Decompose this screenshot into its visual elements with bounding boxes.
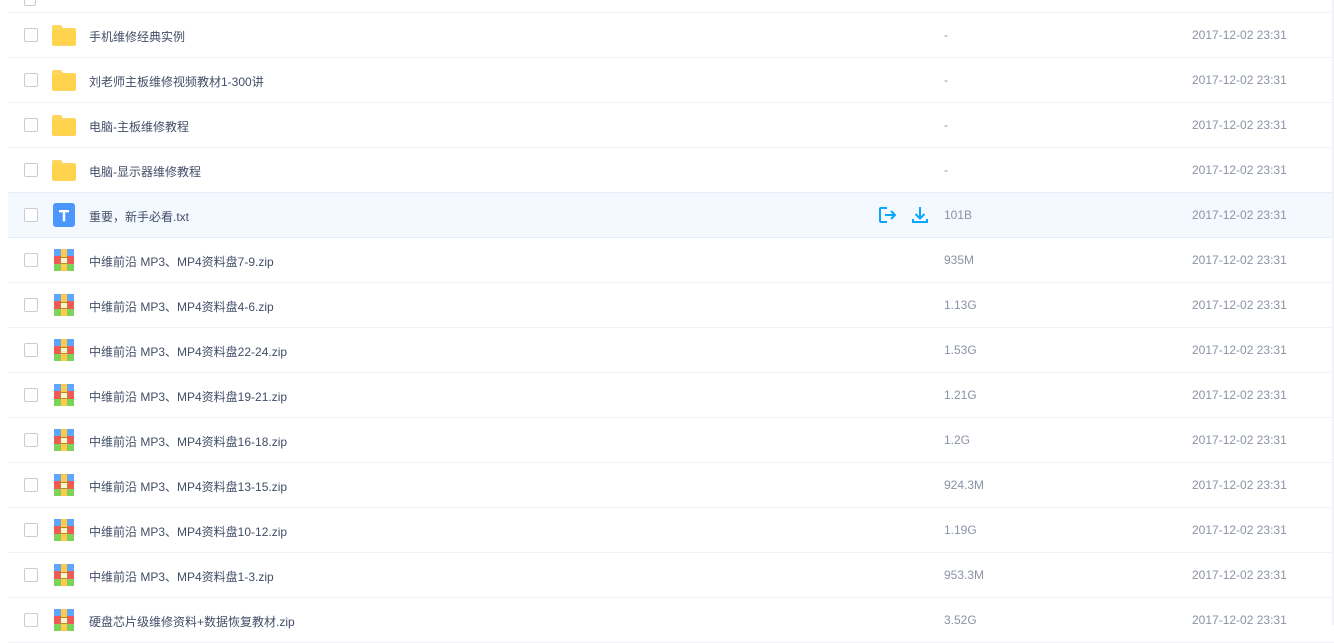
file-name[interactable]: 中维前沿 MP3、MP4资料盘1-3.zip: [89, 568, 274, 585]
file-row[interactable]: 中维前沿 MP3、MP4资料盘16-18.zip 1.2G 2017-12-02…: [8, 418, 1334, 463]
file-time: 2017-12-02 23:31: [1192, 568, 1287, 582]
file-name[interactable]: 重要，新手必看.txt: [89, 208, 189, 225]
file-name[interactable]: 中维前沿 MP3、MP4资料盘19-21.zip: [89, 388, 287, 405]
file-row[interactable]: 电脑-主板维修教程 - 2017-12-02 23:31: [8, 103, 1334, 148]
row-actions: [877, 205, 930, 225]
file-size: 953.3M: [944, 568, 985, 582]
file-name[interactable]: 中维前沿 MP3、MP4资料盘4-6.zip: [89, 298, 274, 315]
zip-file-icon: [51, 293, 77, 317]
row-checkbox[interactable]: [24, 253, 38, 267]
zip-file-icon: [51, 248, 77, 272]
file-row[interactable]: 中维前沿 MP3、MP4资料盘10-12.zip 1.19G 2017-12-0…: [8, 508, 1334, 553]
file-row[interactable]: 中维前沿 MP3、MP4资料盘7-9.zip 935M 2017-12-02 2…: [8, 238, 1334, 283]
folder-icon: [51, 113, 77, 137]
row-checkbox[interactable]: [24, 343, 38, 357]
zip-file-icon: [51, 608, 77, 632]
row-checkbox[interactable]: [24, 388, 38, 402]
zip-file-icon: [51, 563, 77, 587]
file-name[interactable]: 电脑-显示器维修教程: [89, 163, 201, 180]
file-time: 2017-12-02 23:31: [1192, 298, 1287, 312]
file-time: 2017-12-02 23:31: [1192, 208, 1287, 222]
file-name[interactable]: 中维前沿 MP3、MP4资料盘22-24.zip: [89, 343, 287, 360]
zip-file-icon: [51, 383, 77, 407]
file-size: 1.19G: [944, 523, 977, 537]
zip-file-icon: [51, 428, 77, 452]
row-checkbox[interactable]: [24, 208, 38, 222]
folder-icon: [51, 23, 77, 47]
file-name[interactable]: 中维前沿 MP3、MP4资料盘10-12.zip: [89, 523, 287, 540]
file-size: 1.13G: [944, 298, 977, 312]
file-row[interactable]: 电脑-显示器维修教程 - 2017-12-02 23:31: [8, 148, 1334, 193]
file-size: 1.2G: [944, 433, 971, 447]
file-name[interactable]: 中维前沿 MP3、MP4资料盘13-15.zip: [89, 478, 287, 495]
txt-file-icon: [51, 203, 77, 227]
row-checkbox[interactable]: [24, 73, 38, 87]
file-row[interactable]: 中维前沿 MP3、MP4资料盘4-6.zip 1.13G 2017-12-02 …: [8, 283, 1334, 328]
file-row[interactable]: 硬盘芯片级维修资料+数据恢复教材.zip 3.52G 2017-12-02 23…: [8, 598, 1334, 643]
file-name[interactable]: 硬盘芯片级维修资料+数据恢复教材.zip: [89, 613, 295, 630]
file-size: -: [944, 28, 948, 42]
folder-icon: [51, 158, 77, 182]
file-name[interactable]: 中维前沿 MP3、MP4资料盘7-9.zip: [89, 253, 274, 270]
zip-file-icon: [51, 518, 77, 542]
download-icon[interactable]: [910, 205, 930, 225]
previous-row-stub: [8, 0, 1334, 13]
row-checkbox[interactable]: [24, 433, 38, 447]
row-checkbox[interactable]: [24, 568, 38, 582]
file-row[interactable]: 重要，新手必看.txt 101B 2017-12-02 23:31: [8, 192, 1334, 238]
file-time: 2017-12-02 23:31: [1192, 388, 1287, 402]
file-row[interactable]: 中维前沿 MP3、MP4资料盘19-21.zip 1.21G 2017-12-0…: [8, 373, 1334, 418]
file-time: 2017-12-02 23:31: [1192, 118, 1287, 132]
row-checkbox[interactable]: [24, 28, 38, 42]
share-icon[interactable]: [877, 205, 897, 225]
row-checkbox[interactable]: [24, 523, 38, 537]
row-checkbox[interactable]: [24, 118, 38, 132]
file-time: 2017-12-02 23:31: [1192, 163, 1287, 177]
file-size: -: [944, 73, 948, 87]
file-row[interactable]: 中维前沿 MP3、MP4资料盘13-15.zip 924.3M 2017-12-…: [8, 463, 1334, 508]
row-checkbox[interactable]: [24, 298, 38, 312]
row-checkbox[interactable]: [24, 478, 38, 492]
file-time: 2017-12-02 23:31: [1192, 478, 1287, 492]
file-name[interactable]: 电脑-主板维修教程: [89, 118, 189, 135]
folder-icon: [51, 68, 77, 92]
file-size: -: [944, 163, 948, 177]
file-size: 924.3M: [944, 478, 985, 492]
file-time: 2017-12-02 23:31: [1192, 343, 1287, 357]
file-size: 101B: [944, 208, 973, 222]
file-time: 2017-12-02 23:31: [1192, 523, 1287, 537]
zip-file-icon: [51, 338, 77, 362]
file-row[interactable]: 中维前沿 MP3、MP4资料盘22-24.zip 1.53G 2017-12-0…: [8, 328, 1334, 373]
file-size: 935M: [944, 253, 975, 267]
file-name[interactable]: 中维前沿 MP3、MP4资料盘16-18.zip: [89, 433, 287, 450]
file-size: -: [944, 118, 948, 132]
file-row[interactable]: 手机维修经典实例 - 2017-12-02 23:31: [8, 13, 1334, 58]
file-time: 2017-12-02 23:31: [1192, 433, 1287, 447]
file-size: 1.53G: [944, 343, 977, 357]
file-time: 2017-12-02 23:31: [1192, 73, 1287, 87]
file-row[interactable]: 刘老师主板维修视频教材1-300讲 - 2017-12-02 23:31: [8, 58, 1334, 103]
zip-file-icon: [51, 473, 77, 497]
row-checkbox[interactable]: [24, 163, 38, 177]
file-name[interactable]: 手机维修经典实例: [89, 28, 185, 45]
file-size: 1.21G: [944, 388, 977, 402]
file-list: 手机维修经典实例 - 2017-12-02 23:31 刘老师主板维修视频教材1…: [8, 13, 1334, 643]
file-time: 2017-12-02 23:31: [1192, 253, 1287, 267]
file-row[interactable]: 中维前沿 MP3、MP4资料盘1-3.zip 953.3M 2017-12-02…: [8, 553, 1334, 598]
file-time: 2017-12-02 23:31: [1192, 28, 1287, 42]
file-name[interactable]: 刘老师主板维修视频教材1-300讲: [89, 73, 264, 90]
row-checkbox[interactable]: [24, 0, 36, 6]
